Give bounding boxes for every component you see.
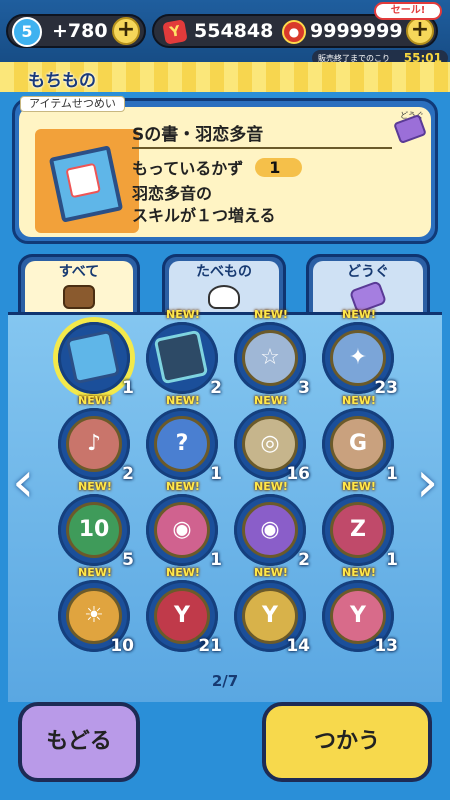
tab-tools-label: どうぐ: [347, 264, 389, 280]
level-plus-text: +780: [52, 20, 108, 42]
question-coin-icon: ?: [154, 416, 210, 472]
book-icon: [65, 329, 121, 385]
g-coin-icon: G: [330, 416, 386, 472]
page-indicator: 2/7: [211, 672, 239, 690]
item-description: 羽恋多音の スキルが１つ増える: [132, 183, 276, 227]
item-quantity: 1: [386, 464, 398, 484]
10-coin-icon: 10: [66, 502, 122, 558]
book-icon: [48, 145, 124, 223]
swirl-purple-coin-icon: ◉: [242, 502, 298, 558]
item-slot[interactable]: Y NEW! 13: [318, 566, 398, 656]
new-badge: NEW!: [254, 308, 288, 321]
item-slot[interactable]: NEW! 2: [142, 308, 222, 398]
item-count-row: もっているかず 1: [132, 155, 303, 179]
new-badge: NEW!: [342, 394, 376, 407]
prev-page-arrow[interactable]: ‹: [12, 450, 34, 516]
gem-amount: 9999999: [310, 20, 403, 42]
new-badge: NEW!: [78, 566, 112, 579]
onigiri-icon: [208, 285, 240, 309]
item-quantity: 10: [110, 636, 134, 656]
item-slot[interactable]: ♪ NEW! 2: [54, 394, 134, 484]
music-coin-icon: ♪: [66, 416, 122, 472]
level-pill: 5 +780 +: [6, 14, 146, 48]
item-slot[interactable]: 10 NEW! 5: [54, 480, 134, 570]
gem-plus-button[interactable]: +: [406, 17, 434, 45]
new-badge: NEW!: [166, 566, 200, 579]
medal-coin-icon: ●: [282, 20, 306, 44]
item-slot[interactable]: ☆ NEW! 3: [230, 308, 310, 398]
new-badge: NEW!: [254, 566, 288, 579]
tab-food[interactable]: たべもの: [162, 254, 286, 314]
section-strip: もちもの: [0, 62, 450, 92]
item-name: Sの書・羽恋多音: [132, 120, 392, 149]
star-coin-icon: ☆: [242, 330, 298, 386]
item-slot[interactable]: Y NEW! 21: [142, 566, 222, 656]
new-badge: NEW!: [166, 394, 200, 407]
item-description-line2: スキルが１つ増える: [132, 206, 276, 225]
swirl-pink-coin-icon: ◉: [154, 502, 210, 558]
item-quantity: 23: [374, 378, 398, 398]
level-badge-icon: 5: [12, 17, 42, 47]
zz-coin-icon: Z: [330, 502, 386, 558]
y-currency-icon: Y: [162, 19, 188, 45]
next-page-arrow[interactable]: ›: [416, 450, 438, 516]
dark-book-icon: [153, 329, 209, 385]
tab-all-label: すべて: [58, 264, 100, 280]
item-quantity: 16: [286, 464, 310, 484]
level-plus-button[interactable]: +: [112, 17, 140, 45]
new-badge: NEW!: [342, 308, 376, 321]
section-title: もちもの: [28, 71, 96, 91]
item-slot[interactable]: Z NEW! 1: [318, 480, 398, 570]
item-count-label: もっているかず: [132, 159, 244, 178]
item-quantity: 1: [122, 378, 134, 398]
currency-amount: 554848: [194, 20, 274, 42]
item-slot[interactable]: ◉ NEW! 2: [230, 480, 310, 570]
item-info-caption: アイテムせつめい: [20, 96, 125, 112]
new-badge: NEW!: [254, 394, 288, 407]
item-thumbnail: [35, 129, 139, 233]
new-badge: NEW!: [166, 480, 200, 493]
item-quantity: 1: [386, 550, 398, 570]
item-slot[interactable]: Y NEW! 14: [230, 566, 310, 656]
item-quantity: 2: [298, 550, 310, 570]
item-quantity: 5: [122, 550, 134, 570]
item-slot[interactable]: 1: [54, 318, 134, 398]
item-quantity: 2: [210, 378, 222, 398]
bag-icon: [63, 285, 95, 309]
item-slot[interactable]: ◎ NEW! 16: [230, 394, 310, 484]
item-slot[interactable]: G NEW! 1: [318, 394, 398, 484]
new-badge: NEW!: [342, 480, 376, 493]
item-quantity: 13: [374, 636, 398, 656]
use-button[interactable]: つかう: [262, 702, 432, 782]
tab-tools[interactable]: どうぐ: [306, 254, 430, 314]
new-badge: NEW!: [78, 480, 112, 493]
item-quantity: 3: [298, 378, 310, 398]
item-slot[interactable]: ✦ NEW! 23: [318, 308, 398, 398]
item-slot[interactable]: ? NEW! 1: [142, 394, 222, 484]
new-badge: NEW!: [78, 394, 112, 407]
new-badge: NEW!: [254, 480, 288, 493]
item-quantity: 21: [198, 636, 222, 656]
item-quantity: 1: [210, 550, 222, 570]
sale-tag[interactable]: セール!: [374, 2, 442, 20]
item-slot[interactable]: ◉ NEW! 1: [142, 480, 222, 570]
item-slot[interactable]: ☀ NEW! 10: [54, 566, 134, 656]
item-count-value: 1: [255, 157, 303, 177]
item-quantity: 14: [286, 636, 310, 656]
new-badge: NEW!: [342, 566, 376, 579]
tab-food-label: たべもの: [196, 264, 252, 280]
item-quantity: 2: [122, 464, 134, 484]
back-button[interactable]: もどる: [18, 702, 140, 782]
item-description-line1: 羽恋多音の: [132, 184, 213, 203]
tab-all[interactable]: すべて: [18, 254, 140, 314]
new-badge: NEW!: [166, 308, 200, 321]
item-quantity: 1: [210, 464, 222, 484]
